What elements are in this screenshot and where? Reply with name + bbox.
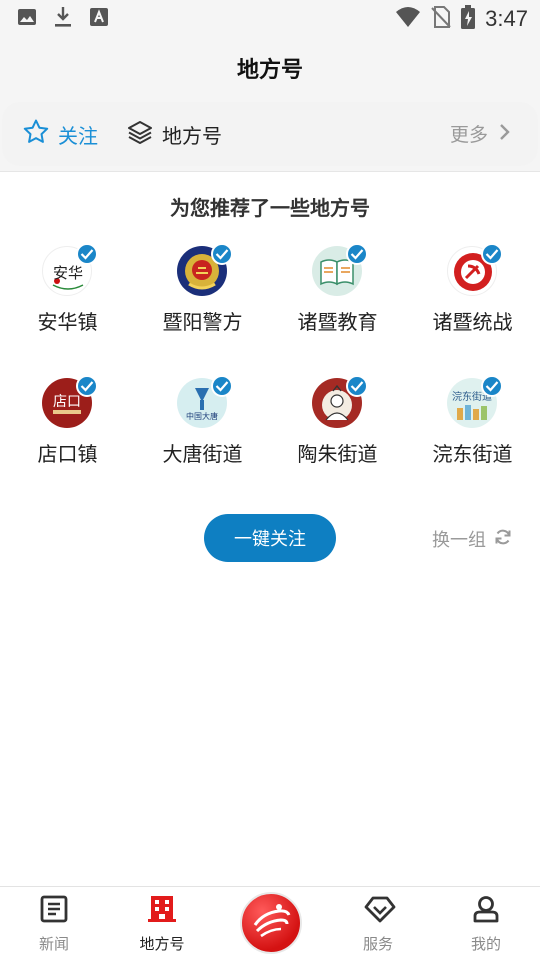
tab-follow[interactable]: 关注 — [22, 118, 98, 150]
nav-service[interactable]: 服务 — [324, 887, 432, 960]
avatar-badge-text: 安华 — [53, 264, 83, 282]
swirl-logo-icon — [249, 901, 293, 945]
recommend-item-label: 暨阳警方 — [162, 310, 243, 334]
title-bar: 地方号 — [0, 36, 540, 100]
nav-local-label: 地方号 — [139, 935, 185, 953]
avatar-badge-text: 中国大唐 — [186, 411, 218, 421]
check-icon — [211, 243, 233, 265]
download-icon — [52, 6, 74, 28]
nav-news-label: 新闻 — [38, 935, 69, 953]
gallery-icon — [16, 6, 38, 28]
recommend-item-label: 诸暨统战 — [432, 310, 513, 334]
home-logo-button[interactable] — [240, 892, 302, 954]
check-icon — [481, 243, 503, 265]
recommend-item-jiyang-police[interactable]: 暨阳警方 — [135, 240, 270, 340]
nav-local[interactable]: 地方号 — [108, 887, 216, 960]
page-title: 地方号 — [236, 58, 303, 83]
tab-local-label: 地方号 — [162, 123, 222, 148]
layers-icon — [126, 118, 154, 150]
recommend-item-label: 浣东街道 — [432, 442, 513, 466]
news-icon — [40, 895, 68, 923]
recommend-title: 为您推荐了一些地方号 — [170, 196, 370, 220]
recommend-item-taozhu[interactable]: 陶朱街道 — [270, 372, 405, 472]
check-icon — [481, 375, 503, 397]
profile-icon — [472, 895, 500, 923]
filter-bar: 关注 地方号 更多 — [2, 102, 538, 166]
recommend-item-label: 大唐街道 — [162, 442, 243, 466]
tab-follow-label: 关注 — [58, 123, 98, 148]
follow-all-button[interactable]: 一键关注 — [204, 514, 336, 562]
more-label: 更多 — [449, 124, 488, 146]
check-icon — [76, 243, 98, 265]
recommend-item-datang[interactable]: 中国大唐 大唐街道 — [135, 372, 270, 472]
tab-local[interactable]: 地方号 — [126, 118, 222, 150]
nav-news[interactable]: 新闻 — [0, 887, 108, 960]
recommend-item-label: 陶朱街道 — [297, 442, 378, 466]
wifi-icon — [395, 6, 421, 32]
check-icon — [346, 375, 368, 397]
status-time: 3:47 — [485, 6, 528, 31]
recommend-item-anhua[interactable]: 安华 安华镇 — [0, 240, 135, 340]
status-bar: 3:47 — [0, 0, 540, 36]
recommend-item-huandong[interactable]: 浣东街道 浣东街道 — [405, 372, 540, 472]
no-sim-icon — [431, 6, 451, 32]
service-icon — [364, 895, 396, 923]
check-icon — [76, 375, 98, 397]
more-link[interactable]: 更多 — [450, 120, 510, 147]
recommend-item-zhuji-united-front[interactable]: 诸暨统战 — [405, 240, 540, 340]
chevron-right-icon — [498, 123, 510, 145]
refresh-button[interactable]: 换一组 — [432, 526, 512, 552]
recommend-item-label: 诸暨教育 — [297, 310, 378, 334]
font-app-icon — [88, 6, 110, 28]
nav-profile[interactable]: 我的 — [432, 887, 540, 960]
recommend-item-zhuji-education[interactable]: 诸暨教育 — [270, 240, 405, 340]
battery-charging-icon — [461, 5, 476, 33]
recommend-item-label: 店口镇 — [37, 442, 98, 466]
star-icon — [22, 118, 50, 150]
refresh-label: 换一组 — [432, 530, 486, 551]
check-icon — [346, 243, 368, 265]
check-icon — [211, 375, 233, 397]
nav-profile-label: 我的 — [470, 935, 501, 953]
building-icon — [148, 895, 176, 923]
recommend-item-diankou[interactable]: 店口 店口镇 — [0, 372, 135, 472]
nav-service-label: 服务 — [362, 935, 393, 953]
refresh-icon — [494, 528, 512, 550]
avatar-badge-text: 店口 — [53, 394, 81, 410]
filter-bar-container: 关注 地方号 更多 — [0, 100, 540, 172]
recommend-item-label: 安华镇 — [37, 310, 98, 334]
